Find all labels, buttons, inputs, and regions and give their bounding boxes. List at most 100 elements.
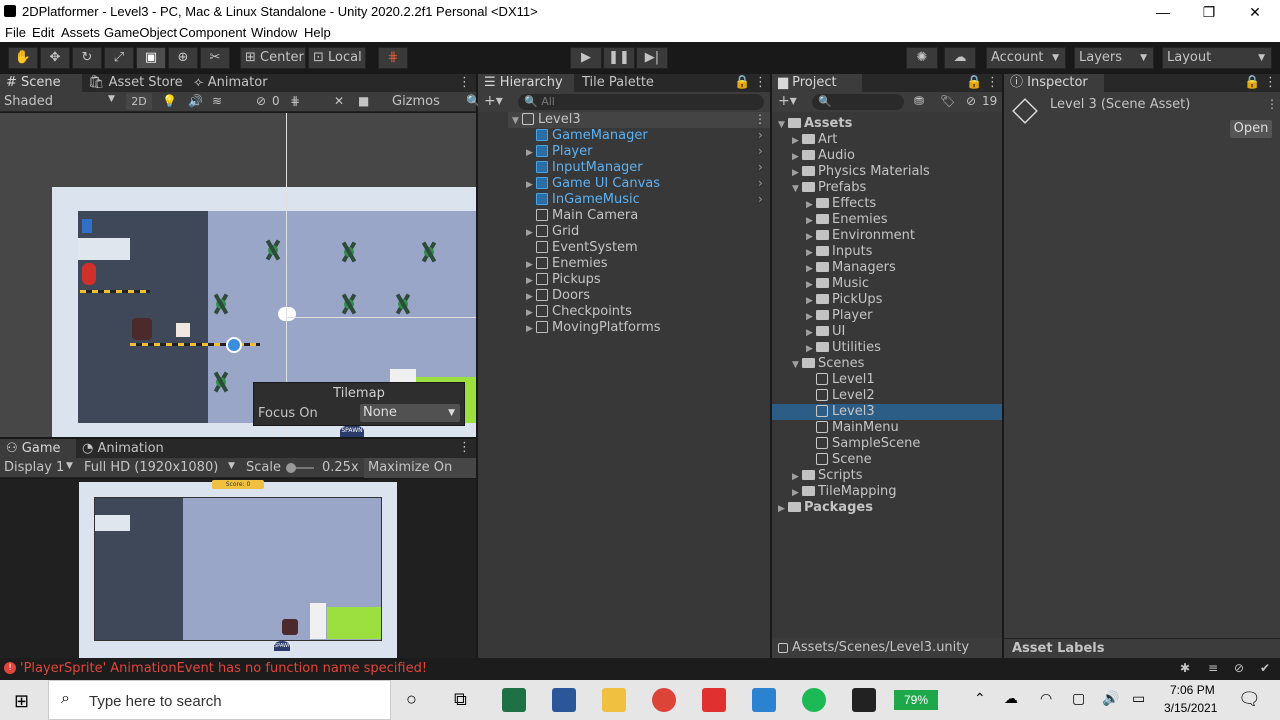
audio-icon[interactable]: 🔊 bbox=[188, 94, 203, 108]
kebab-menu-icon[interactable]: ⋮ bbox=[1266, 97, 1278, 111]
project-scene-item[interactable]: SampleScene bbox=[806, 436, 920, 452]
chevron-down-icon[interactable]: ▼ bbox=[778, 117, 788, 133]
project-root-packages[interactable]: ▶ Packages bbox=[778, 500, 873, 516]
move-tool-icon[interactable]: ✥ bbox=[40, 47, 70, 69]
chevron-down-icon[interactable]: ▼ bbox=[792, 357, 802, 373]
chevron-right-icon[interactable]: ▶ bbox=[806, 213, 816, 229]
transform-tool-icon[interactable]: ⊕ bbox=[168, 47, 198, 69]
chevron-right-icon[interactable]: ▶ bbox=[806, 197, 816, 213]
spotify-icon[interactable] bbox=[802, 688, 826, 712]
close-button[interactable]: ✕ bbox=[1232, 2, 1278, 22]
clock-date[interactable]: 3/15/2021 bbox=[1164, 701, 1217, 715]
hierarchy-item[interactable]: ▶ Player bbox=[526, 144, 592, 160]
prefab-open-icon[interactable]: › bbox=[758, 144, 763, 158]
excel-icon[interactable] bbox=[502, 688, 526, 712]
layout-dropdown[interactable]: Layout ▼ bbox=[1162, 47, 1272, 69]
display-dropdown[interactable]: Display 1 bbox=[4, 460, 64, 475]
chevron-right-icon[interactable]: ▶ bbox=[806, 261, 816, 277]
project-root-assets[interactable]: ▼ Assets bbox=[778, 116, 852, 132]
step-button[interactable]: ▶| bbox=[636, 47, 668, 69]
task-view-icon[interactable]: ⧉ bbox=[454, 689, 467, 710]
project-folder[interactable]: ▶ TileMapping bbox=[792, 484, 897, 500]
minimize-button[interactable]: — bbox=[1140, 2, 1186, 22]
chevron-right-icon[interactable]: ▶ bbox=[806, 341, 816, 357]
maximize-button[interactable]: ❐ bbox=[1186, 2, 1232, 22]
chrome-icon[interactable] bbox=[652, 688, 676, 712]
project-scene-item[interactable]: MainMenu bbox=[806, 420, 899, 436]
hidden-packages-icon[interactable]: ⊘ bbox=[966, 94, 976, 108]
hierarchy-item[interactable]: ▶ Enemies bbox=[526, 256, 608, 272]
project-scene-item[interactable]: Scene bbox=[806, 452, 872, 468]
menu-help[interactable]: Help bbox=[304, 25, 331, 40]
scene-root[interactable]: ▼ Level3 bbox=[512, 112, 581, 128]
prefab-open-icon[interactable]: › bbox=[758, 192, 763, 206]
menu-assets[interactable]: Assets bbox=[61, 25, 100, 40]
lock-icon[interactable]: 🔒 bbox=[966, 74, 982, 92]
battery-indicator[interactable]: 79% bbox=[894, 690, 938, 710]
tab-project[interactable]: ▆ Project bbox=[772, 74, 862, 92]
lock-icon[interactable]: 🔒 bbox=[734, 74, 750, 92]
chevron-right-icon[interactable]: ▶ bbox=[526, 273, 536, 289]
tab-scene[interactable]: # Scene bbox=[0, 74, 82, 92]
project-subfolder[interactable]: ▶ Enemies bbox=[806, 212, 888, 228]
chevron-right-icon[interactable]: ▶ bbox=[792, 469, 802, 485]
collab-icon[interactable]: ✺ bbox=[906, 47, 938, 69]
project-subfolder[interactable]: ▶ UI bbox=[806, 324, 845, 340]
chevron-right-icon[interactable]: ▶ bbox=[806, 309, 816, 325]
hierarchy-item[interactable]: ▶ Checkpoints bbox=[526, 304, 632, 320]
project-subfolder[interactable]: ▶ PickUps bbox=[806, 292, 882, 308]
effects-icon[interactable]: ≋ bbox=[212, 94, 222, 108]
chevron-right-icon[interactable]: ▶ bbox=[806, 229, 816, 245]
chevron-right-icon[interactable]: ▶ bbox=[526, 177, 536, 193]
lighting-icon[interactable]: 💡 bbox=[162, 94, 177, 108]
keyboard-icon[interactable]: ▭ bbox=[1132, 690, 1145, 707]
chevron-right-icon[interactable]: ▶ bbox=[792, 133, 802, 149]
chevron-right-icon[interactable]: ▶ bbox=[806, 325, 816, 341]
menu-file[interactable]: File bbox=[5, 25, 26, 40]
progress-icon[interactable]: ⊘ bbox=[1234, 661, 1244, 675]
account-dropdown[interactable]: Account ▼ bbox=[986, 47, 1066, 69]
wifi-icon[interactable]: ◠ bbox=[1040, 690, 1052, 707]
project-folder-scenes[interactable]: ▼ Scenes bbox=[792, 356, 864, 372]
chevron-right-icon[interactable]: ▶ bbox=[526, 305, 536, 321]
focus-on-dropdown[interactable]: None ▼ bbox=[360, 404, 460, 422]
layers-dropdown[interactable]: Layers ▼ bbox=[1074, 47, 1154, 69]
project-scene-item[interactable]: Level1 bbox=[806, 372, 875, 388]
onedrive-icon[interactable]: ☁ bbox=[1004, 690, 1018, 707]
kebab-menu-icon[interactable]: ⋮ bbox=[458, 74, 471, 92]
maximize-on-play-toggle[interactable]: Maximize On Play bbox=[364, 458, 476, 495]
clock-time[interactable]: 7:06 PM bbox=[1170, 683, 1215, 697]
open-button[interactable]: Open bbox=[1230, 120, 1272, 138]
scene-view[interactable]: SPAWN Tilemap Focus On None ▼ bbox=[0, 113, 476, 437]
project-folder[interactable]: ▶ Audio bbox=[792, 148, 855, 164]
add-button[interactable]: +▾ bbox=[778, 93, 797, 109]
project-subfolder[interactable]: ▶ Managers bbox=[806, 260, 896, 276]
project-scene-item[interactable]: Level3 bbox=[806, 404, 875, 420]
add-button[interactable]: +▾ bbox=[484, 93, 503, 109]
chevron-down-icon[interactable]: ▼ bbox=[792, 181, 802, 197]
menu-component[interactable]: Component bbox=[179, 25, 246, 40]
asset-labels-header[interactable]: Asset Labels bbox=[1004, 638, 1280, 658]
kebab-menu-icon[interactable]: ⋮ bbox=[986, 74, 999, 92]
project-folder[interactable]: ▶ Scripts bbox=[792, 468, 862, 484]
prefab-open-icon[interactable]: › bbox=[758, 176, 763, 190]
chevron-up-icon[interactable]: ⌃ bbox=[974, 690, 986, 707]
mail-icon[interactable] bbox=[752, 688, 776, 712]
hierarchy-item[interactable]: ▶ Doors bbox=[526, 288, 590, 304]
check-icon[interactable]: ✔ bbox=[1260, 661, 1270, 675]
chevron-right-icon[interactable]: ▶ bbox=[526, 225, 536, 241]
chevron-right-icon[interactable]: ▶ bbox=[792, 165, 802, 181]
scale-tool-icon[interactable]: ⤢ bbox=[104, 47, 134, 69]
search-by-type-icon[interactable]: ⛃ bbox=[914, 94, 924, 108]
menu-gameobject[interactable]: GameObject bbox=[104, 25, 177, 40]
camera-icon[interactable]: ■ bbox=[358, 94, 369, 108]
tab-animation[interactable]: ◔ Animation bbox=[80, 439, 180, 458]
prefab-open-icon[interactable]: › bbox=[758, 160, 763, 174]
hand-tool-icon[interactable]: ✋ bbox=[8, 47, 38, 69]
scale-slider-handle[interactable] bbox=[286, 463, 296, 473]
project-search-input[interactable]: 🔍 bbox=[812, 94, 904, 110]
grid-snap-icon[interactable]: ⋕ bbox=[378, 47, 408, 69]
game-view[interactable]: Score: 0 SPAWN bbox=[0, 479, 476, 658]
chevron-right-icon[interactable]: ▶ bbox=[526, 289, 536, 305]
rotate-tool-icon[interactable]: ↻ bbox=[72, 47, 102, 69]
